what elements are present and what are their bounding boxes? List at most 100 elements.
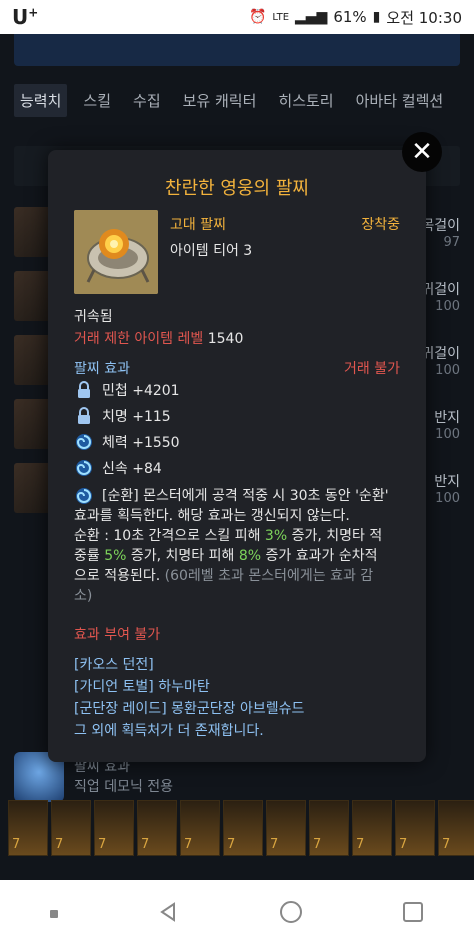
effect-text: 중률 [74,548,105,564]
card-level: 7 [141,837,150,852]
close-button[interactable]: ✕ [402,132,442,172]
android-nav-bar [0,880,474,948]
signal-icon: ▂▄▆ [295,9,328,25]
stat-row: 민첩 +4201 [74,380,180,400]
effect-line: 중률 5% 증가, 치명타 피해 8% 증가 효과가 순차적 [74,546,404,566]
card-item[interactable]: 7 [94,800,134,856]
tab-characters[interactable]: 보유 캐릭터 [177,84,263,117]
effect-text: 증가, 치명타 적 [287,528,383,544]
equip-value: 100 [435,426,460,442]
equip-summary: 귀걸이 100 [421,279,460,314]
top-action-button[interactable] [14,34,460,66]
carrier-sup: + [28,5,39,20]
equip-value: 100 [435,298,460,314]
card-item[interactable]: 7 [180,800,220,856]
effect-note: (60레벨 초과 몬스터에게는 효과 감 [164,568,374,584]
card-item[interactable]: 7 [266,800,306,856]
profile-tabs: 능력치 스킬 수집 보유 캐릭터 히스토리 아바타 컬렉션 [14,84,449,117]
card-level: 7 [98,837,107,852]
tab-history[interactable]: 히스토리 [272,84,339,117]
swirl-icon [74,458,94,478]
trade-limit-label: 거래 제한 아이템 레벨 [74,331,204,347]
equip-name: 귀걸이 [421,345,460,362]
item-tooltip-modal: 찬란한 영웅의 팔찌 고대 팔찌 장착중 아이템 티어 3 귀속됨 거래 제한 … [48,150,426,762]
bracelet-image [74,210,158,294]
no-grant-notice: 효과 부여 불가 [74,627,161,643]
card-item[interactable]: 7 [438,800,474,856]
card-item[interactable]: 7 [309,800,349,856]
source-link[interactable]: [카오스 던전] [74,654,154,674]
effect-line: [순환] 몬스터에게 공격 적중 시 30초 동안 '순환' [102,488,389,504]
carrier-logo: U+ [12,5,38,29]
source-link[interactable]: [군단장 레이드] 몽환군단장 아브렐슈드 [74,698,304,718]
item-tier: 아이템 티어 3 [170,243,253,259]
source-link[interactable]: [가디언 토벌] 하누마탄 [74,676,210,696]
item-title: 찬란한 영웅의 팔찌 [165,178,309,199]
battery-percent: 61% [333,8,367,26]
lock-icon [74,406,94,426]
engraving-class: 직업 데모닉 전용 [74,779,174,795]
effect-value: 3% [264,528,288,544]
source-more: 그 외에 획득처가 더 존재합니다. [74,723,264,739]
equip-summary: 귀걸이 100 [421,343,460,378]
stat-row: 체력 +1550 [74,432,180,452]
equip-summary: 반지 100 [434,471,460,506]
alarm-icon: ⏰ [248,9,267,25]
network-type: LTE [272,11,290,23]
card-item[interactable]: 7 [137,800,177,856]
home-icon[interactable] [279,900,303,928]
equipped-badge: 장착중 [361,217,400,233]
card-level: 7 [55,837,64,852]
card-item[interactable]: 7 [51,800,91,856]
tab-collection[interactable]: 수집 [127,84,167,117]
stat-text: 신속 +84 [102,461,162,477]
equip-summary: 반지 100 [434,407,460,442]
effect-line: 으로 적용된다. (60레벨 초과 몬스터에게는 효과 감 [74,566,404,586]
effect-text: 증가 효과가 순차적 [261,548,378,564]
stat-text: 체력 +1550 [102,435,180,451]
effect-note: 소) [74,588,93,604]
special-effect-description: [순환] 몬스터에게 공격 적중 시 30초 동안 '순환' 효과를 획득한다.… [74,486,404,606]
tab-avatar-collection[interactable]: 아바타 컬렉션 [350,84,450,117]
effect-text: 으로 적용된다. [74,568,165,584]
effect-text: 순환 : 10초 간격으로 스킬 피해 [74,528,265,544]
card-item[interactable]: 7 [395,800,435,856]
status-bar: U+ ⏰ LTE ▂▄▆ 61% ▮ 오전 10:30 [0,0,474,34]
nav-menu-icon[interactable] [49,910,58,918]
trade-limit-value: 1540 [207,331,244,347]
item-grade: 고대 팔찌 [170,217,226,233]
effect-line: 효과를 획득한다. 해당 효과는 갱신되지 않는다. [74,508,350,524]
close-icon: ✕ [411,137,433,167]
equip-name: 목걸이 [421,217,460,234]
effect-value: 8% [238,548,262,564]
equip-summary: 목걸이 97 [421,215,460,250]
card-level: 7 [227,837,236,852]
stat-row: 신속 +84 [74,458,162,478]
card-level: 7 [12,837,21,852]
card-level: 7 [184,837,193,852]
equip-value: 100 [435,362,460,378]
equip-value: 100 [435,490,460,506]
card-level: 7 [356,837,365,852]
equip-name: 반지 [434,409,460,426]
recents-icon[interactable] [402,901,424,927]
stat-text: 민첩 +4201 [102,383,180,399]
back-icon[interactable] [157,901,179,927]
tab-skills[interactable]: 스킬 [77,84,117,117]
bound-status: 귀속됨 [74,309,113,325]
trade-limit: 거래 제한 아이템 레벨 1540 [74,328,243,348]
card-item[interactable]: 7 [223,800,263,856]
card-level: 7 [399,837,408,852]
effect-text: 증가, 치명타 피해 [126,548,239,564]
tab-stats[interactable]: 능력치 [14,84,68,117]
effect-heading: 팔찌 효과 [74,361,130,377]
swirl-icon [74,486,94,506]
battery-icon: ▮ [372,9,381,25]
equip-name: 반지 [434,473,460,490]
card-item[interactable]: 7 [352,800,392,856]
stat-row: 치명 +115 [74,406,171,426]
lock-icon [74,380,94,400]
card-level: 7 [313,837,322,852]
card-level: 7 [442,837,451,852]
card-item[interactable]: 7 [8,800,48,856]
